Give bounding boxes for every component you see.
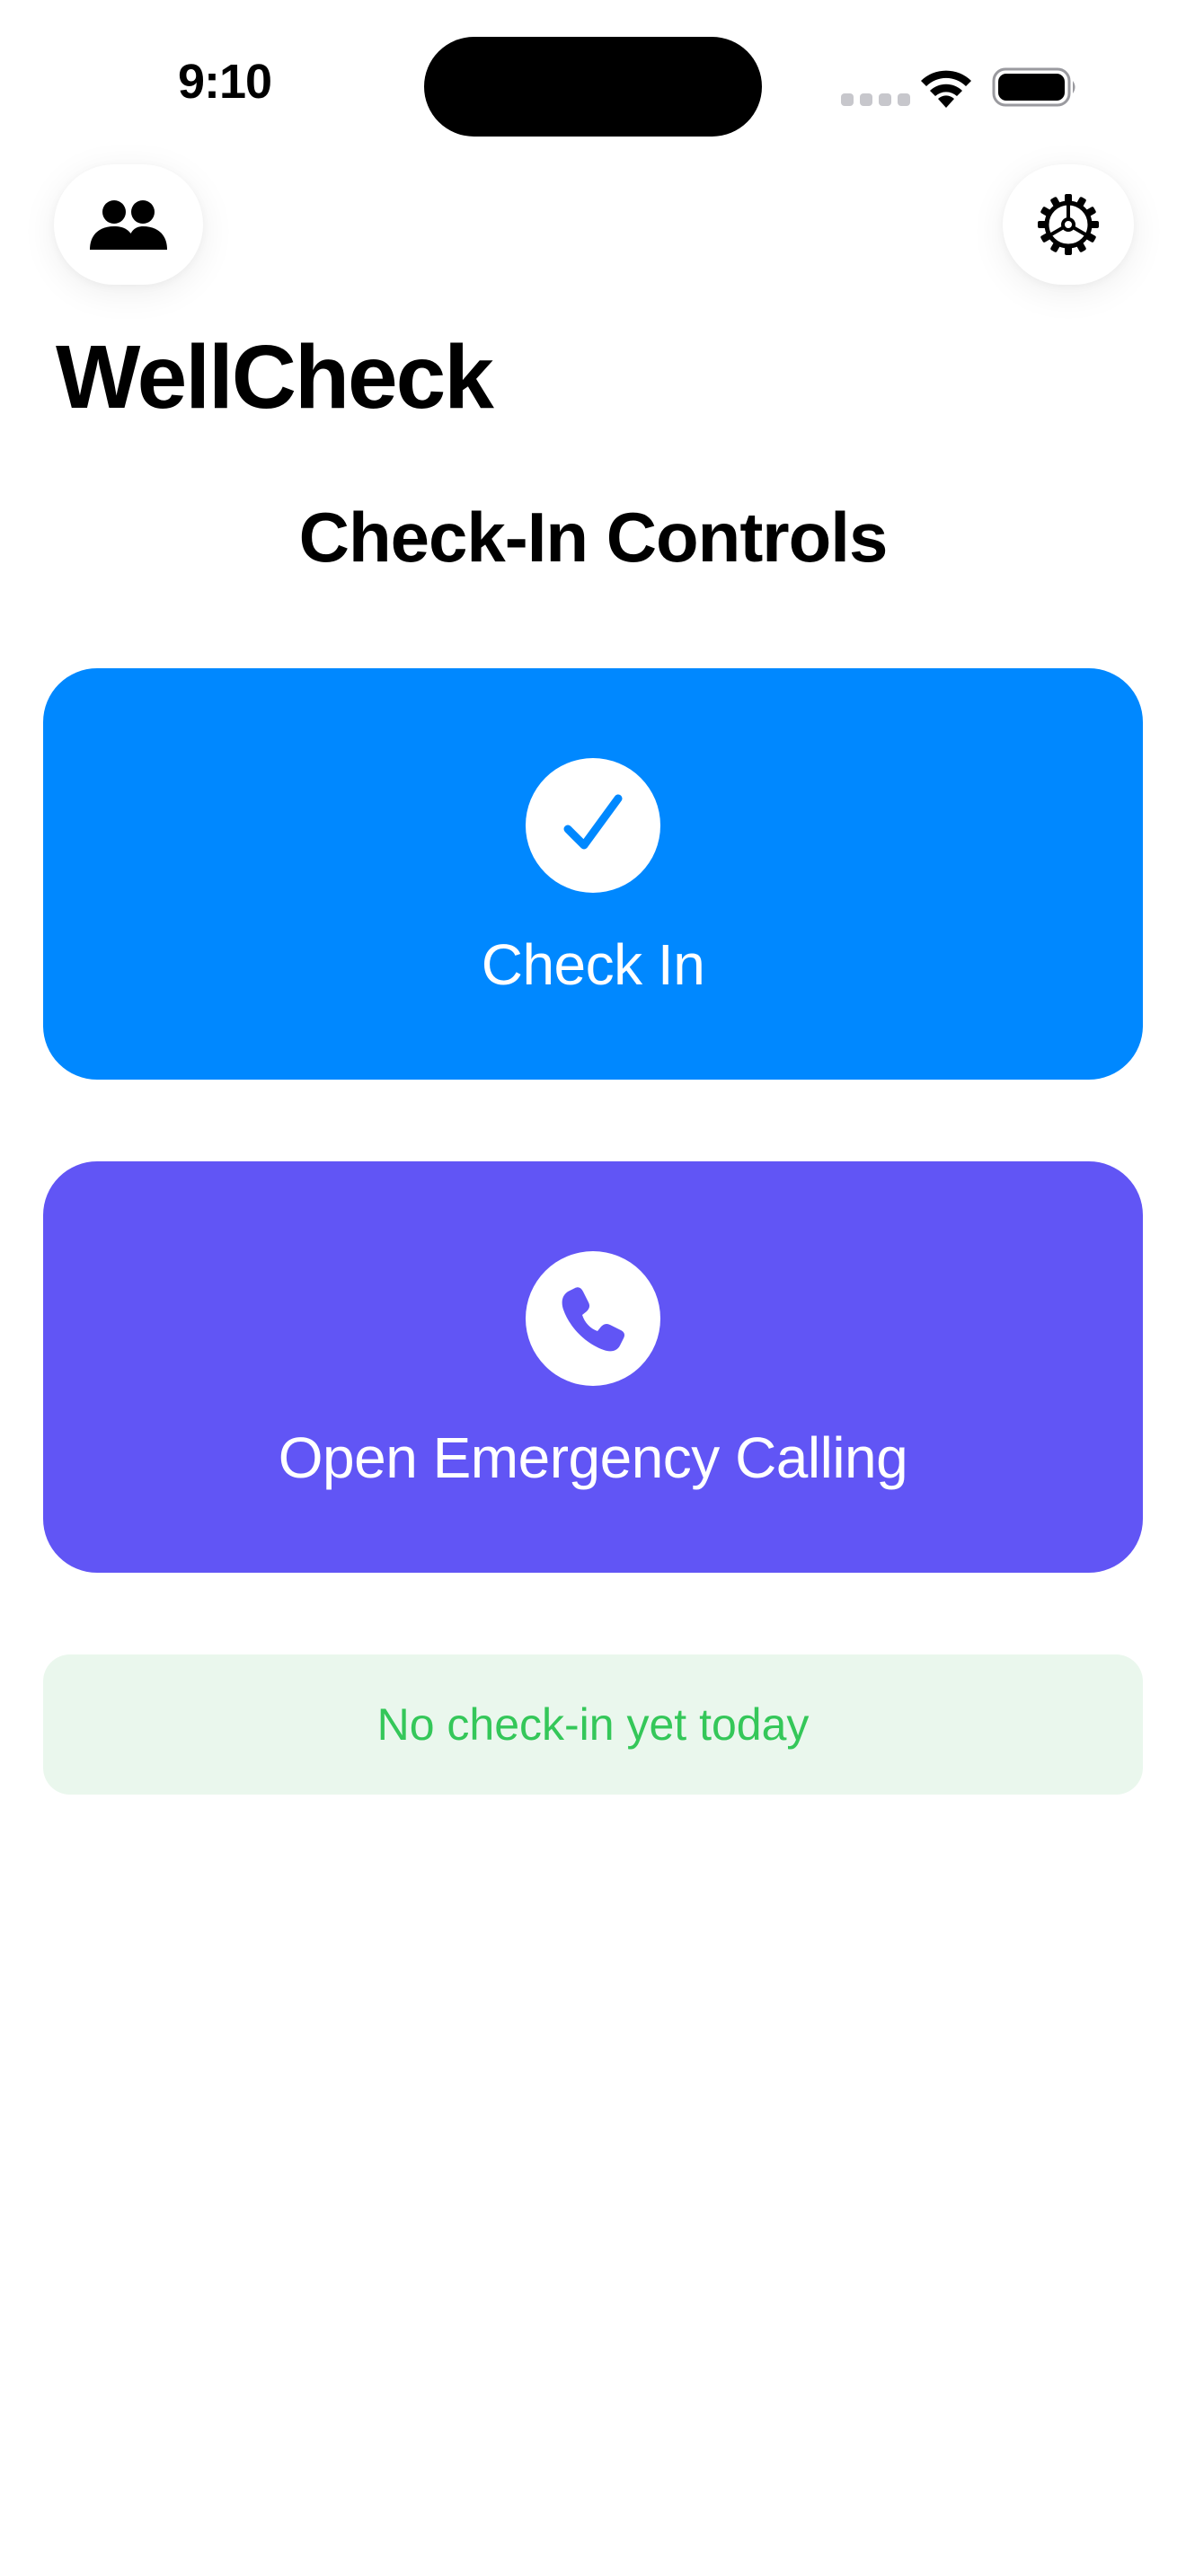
screen: 9:10 WellCheck Check-In Controls Check I… [0, 0, 1186, 2576]
contacts-button[interactable] [54, 164, 203, 285]
check-in-icon-badge [526, 758, 660, 893]
check-in-button[interactable]: Check In [43, 668, 1143, 1080]
battery-icon [992, 67, 1075, 107]
dynamic-island [424, 37, 762, 137]
gear-icon [1038, 194, 1099, 255]
check-in-label: Check In [481, 932, 705, 997]
emergency-calling-button[interactable]: Open Emergency Calling [43, 1161, 1143, 1573]
cellular-signal-icon [841, 93, 910, 106]
settings-button[interactable] [1003, 164, 1134, 285]
emergency-calling-label: Open Emergency Calling [278, 1425, 908, 1490]
status-time: 9:10 [177, 55, 272, 109]
phone-icon [562, 1287, 624, 1352]
emergency-icon-badge [526, 1251, 660, 1386]
wifi-icon [921, 70, 971, 108]
people-icon [90, 200, 167, 250]
check-in-status-text: No check-in yet today [376, 1699, 810, 1750]
app-title: WellCheck [56, 327, 494, 428]
check-in-status-banner: No check-in yet today [43, 1654, 1143, 1795]
checkmark-icon [563, 794, 623, 850]
section-title: Check-In Controls [298, 498, 889, 577]
